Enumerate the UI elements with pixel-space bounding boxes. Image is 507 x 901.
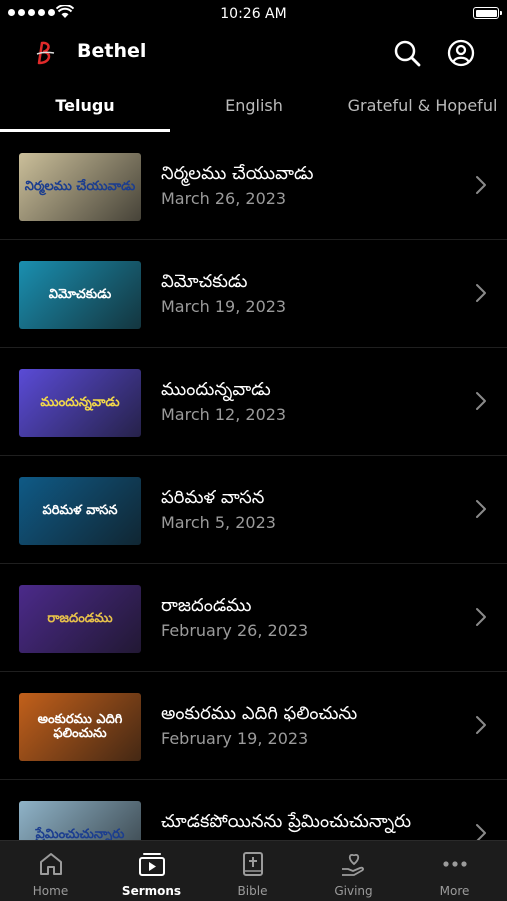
search-icon[interactable] — [392, 38, 422, 68]
sermon-row[interactable]: ప్రేమించుచున్నారు చూడకపోయినను ప్రేమించుచు… — [0, 780, 507, 840]
sermon-thumbnail-text: ముందున్నవాడు — [40, 395, 120, 411]
sermon-title: రాజదండము — [161, 595, 252, 616]
sermon-thumbnail: విమోచకుడు — [19, 261, 141, 329]
tab-grateful-hopeful[interactable]: Grateful & Hopeful — [338, 88, 507, 132]
sermon-row[interactable]: ముందున్నవాడు ముందున్నవాడు March 12, 2023 — [0, 348, 507, 456]
language-tabs: Telugu English Grateful & Hopeful — [0, 88, 507, 132]
more-icon — [442, 861, 467, 867]
sermon-thumbnail: అంకురము ఎదిగి ఫలించును — [19, 693, 141, 761]
sermon-thumbnail: రాజదండము — [19, 585, 141, 653]
sermon-thumbnail: నిర్మలము చేయువాడు — [19, 153, 141, 221]
sermon-thumbnail-text: ప్రేమించుచున్నారు — [35, 827, 125, 840]
home-icon — [39, 853, 62, 875]
sermon-thumbnail: ప్రేమించుచున్నారు — [19, 801, 141, 840]
tabbar-more[interactable]: More — [404, 841, 505, 901]
sermon-thumbnail-text: విమోచకుడు — [48, 287, 112, 303]
chevron-right-icon — [476, 824, 486, 840]
sermon-date: March 26, 2023 — [161, 189, 287, 208]
sermon-title: పరిమళ వాసన — [161, 487, 265, 508]
tabbar-home[interactable]: Home — [0, 841, 101, 901]
chevron-right-icon — [476, 716, 486, 734]
sermon-date: February 19, 2023 — [161, 729, 309, 748]
tabbar-giving-label: Giving — [334, 884, 373, 898]
sermon-title: విమోచకుడు — [161, 271, 248, 292]
sermon-row[interactable]: విమోచకుడు విమోచకుడు March 19, 2023 — [0, 240, 507, 348]
sermon-thumbnail-text: నిర్మలము చేయువాడు — [24, 179, 136, 195]
tabbar-sermons-label: Sermons — [121, 884, 182, 898]
sermon-row[interactable]: రాజదండము రాజదండము February 26, 2023 — [0, 564, 507, 672]
app-title: Bethel — [77, 40, 147, 62]
battery-icon — [473, 7, 502, 19]
sermon-thumbnail: ముందున్నవాడు — [19, 369, 141, 437]
chevron-right-icon — [476, 500, 486, 518]
sermon-title: నిర్మలము చేయువాడు — [161, 163, 314, 184]
sermon-title: అంకురము ఎదిగి ఫలించును — [161, 703, 358, 724]
tabbar-sermons[interactable]: Sermons — [101, 841, 202, 901]
bottom-tab-bar: Home Sermons Bible Giving More — [0, 840, 507, 901]
sermon-thumbnail-text: పరిమళ వాసన — [42, 503, 118, 519]
sermon-thumbnail-text: రాజదండము — [47, 611, 113, 627]
sermon-thumbnail-text: అంకురము ఎదిగి ఫలించును — [37, 712, 123, 741]
sermon-row[interactable]: పరిమళ వాసన పరిమళ వాసన March 5, 2023 — [0, 456, 507, 564]
sermon-row[interactable]: నిర్మలము చేయువాడు నిర్మలము చేయువాడు March … — [0, 132, 507, 240]
sermon-date: March 5, 2023 — [161, 513, 276, 532]
sermon-title: ముందున్నవాడు — [161, 379, 271, 400]
sermon-date: March 19, 2023 — [161, 297, 287, 316]
tabbar-bible-label: Bible — [237, 884, 268, 898]
tabbar-bible[interactable]: Bible — [202, 841, 303, 901]
tabbar-giving[interactable]: Giving — [303, 841, 404, 901]
profile-icon[interactable] — [446, 38, 476, 68]
sermon-list: నిర్మలము చేయువాడు నిర్మలము చేయువాడు March … — [0, 132, 507, 840]
giving-icon — [341, 853, 364, 876]
tabbar-home-label: Home — [32, 884, 69, 898]
sermons-icon — [138, 853, 165, 876]
bible-icon — [242, 852, 263, 876]
tab-english[interactable]: English — [170, 88, 338, 132]
app-header: Bethel — [0, 28, 507, 78]
sermon-date: February 26, 2023 — [161, 621, 309, 640]
tab-telugu[interactable]: Telugu — [0, 88, 170, 132]
sermon-date: March 12, 2023 — [161, 405, 287, 424]
status-time: 10:26 AM — [220, 6, 287, 22]
chevron-right-icon — [476, 284, 486, 302]
bethel-logo-icon — [36, 41, 55, 65]
sermon-row[interactable]: అంకురము ఎదిగి ఫలించును అంకురము ఎదిగి ఫలిం… — [0, 672, 507, 780]
sermon-thumbnail: పరిమళ వాసన — [19, 477, 141, 545]
chevron-right-icon — [476, 608, 486, 626]
status-bar: 10:26 AM — [0, 0, 507, 28]
chevron-right-icon — [476, 176, 486, 194]
tabbar-more-label: More — [439, 884, 470, 898]
chevron-right-icon — [476, 392, 486, 410]
sermon-title: చూడకపోయినను ప్రేమించుచున్నారు — [161, 811, 412, 832]
